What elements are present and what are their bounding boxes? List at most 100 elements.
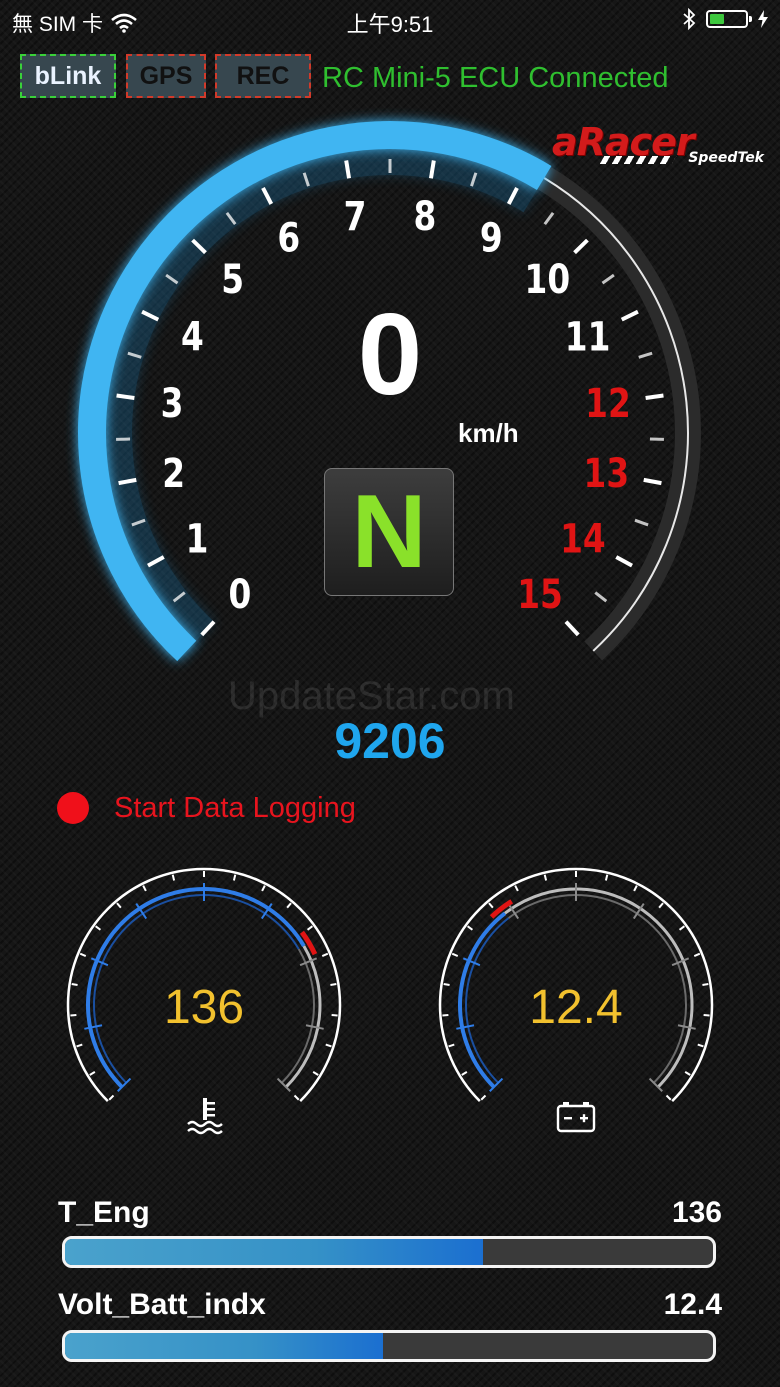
tach-tick-label: 6 (277, 214, 300, 261)
tach-tick-label: 11 (565, 313, 611, 360)
gauge-tick (697, 1043, 704, 1048)
tach-tick-label: 4 (181, 313, 204, 360)
tach-tick-label: 10 (525, 256, 571, 303)
t-eng-bar (62, 1236, 716, 1268)
gear-value: N (351, 474, 427, 590)
tach-tick-label: 9 (480, 214, 503, 261)
start-data-logging-button[interactable]: Start Data Logging (114, 792, 356, 825)
record-dot-icon[interactable] (57, 792, 89, 824)
tach-major-tick (564, 620, 580, 637)
gauge-tick (286, 902, 292, 909)
gauge-tick (633, 885, 638, 892)
gauge-inner-tick (671, 957, 690, 967)
gauge-tick (514, 885, 519, 892)
tach-major-tick (344, 160, 352, 179)
tach-minor-tick (638, 351, 653, 359)
gauge-tick (108, 1094, 115, 1101)
gauge-tick (488, 902, 494, 909)
gauge-tick (79, 952, 87, 957)
gauge-tick (678, 925, 685, 931)
gauge-tick (71, 983, 78, 986)
gauge-tick (89, 1071, 96, 1076)
tach-tick-label: 0 (229, 571, 252, 618)
gps-button[interactable]: GPS (126, 54, 206, 98)
gauge-inner-tick (456, 1024, 475, 1030)
gauge-tick (684, 1071, 691, 1076)
speed-unit: km/h (458, 418, 519, 448)
tach-tick-label: 14 (560, 516, 606, 563)
gauge-tick (293, 1094, 300, 1101)
gauge-tick (443, 983, 450, 986)
volt-batt-value: 12.4 (663, 1288, 722, 1321)
tach-major-tick (116, 393, 135, 400)
tach-major-tick (428, 160, 436, 179)
gauge-tick (95, 925, 102, 931)
gauge-tick (261, 885, 266, 892)
tach-major-tick (643, 477, 662, 486)
gauge-inner-tick (305, 1024, 324, 1030)
volt-batt-label: Volt_Batt_indx (58, 1288, 266, 1321)
watermark: UpdateStar.com (228, 674, 515, 718)
gauge-tick (142, 885, 147, 892)
tach-tick-label: 3 (161, 380, 184, 427)
gauge-tick (76, 1043, 83, 1048)
gauge-tick (693, 952, 701, 957)
tach-major-tick (645, 393, 664, 400)
tach-tick-label: 7 (344, 193, 367, 240)
tach-tick-label: 15 (517, 571, 563, 618)
blink-button[interactable]: bLink (20, 54, 116, 98)
tach-tick-label: 12 (585, 380, 631, 427)
t-eng-label: T_Eng (58, 1196, 150, 1229)
battery-voltage-value: 12.4 (529, 981, 623, 1034)
battery-icon (556, 1102, 596, 1133)
rpm-readout: 9206 (334, 713, 446, 769)
tach-tick-label: 1 (186, 516, 209, 563)
volt-batt-bar (62, 1330, 716, 1362)
gauge-tick (330, 983, 337, 986)
gauge-inner-tick (677, 1024, 696, 1030)
gauge-tick (232, 874, 237, 881)
gauge-tick (171, 874, 176, 881)
tach-major-tick (620, 309, 639, 322)
tach-tick-label: 8 (414, 193, 437, 240)
tach-minor-tick (634, 518, 649, 527)
t-eng-bar-fill (65, 1239, 483, 1265)
gauge-tick (451, 952, 459, 957)
gauge-tick (658, 902, 664, 909)
bluetooth-icon (683, 8, 696, 30)
gauge-tick (702, 983, 709, 986)
tach-major-tick (615, 555, 633, 568)
gauge-tick (321, 952, 329, 957)
tach-minor-tick (594, 591, 608, 603)
engine-temperature-value: 136 (163, 981, 245, 1034)
gauge-tick (480, 1094, 487, 1101)
gauge-tick (448, 1043, 455, 1048)
tach-tick-label: 2 (162, 450, 185, 497)
gauge-tick (116, 902, 122, 909)
battery-indicator-icon (706, 10, 752, 28)
status-bar: 無 SIM 卡 上午9:51 (0, 0, 780, 40)
t-eng-value: 136 (671, 1196, 722, 1229)
gauge-tick (665, 1094, 672, 1101)
coolant-temperature-icon (187, 1098, 223, 1135)
tach-minor-tick (543, 211, 555, 225)
tachometer: 0123456 7 8 9101112131415 (78, 121, 701, 662)
volt-batt-bar-fill (65, 1333, 383, 1359)
tach-tick-label: 13 (584, 450, 630, 497)
gauge-tick (325, 1043, 332, 1048)
tach-major-tick (573, 238, 589, 255)
gear-indicator: N (324, 468, 454, 596)
speed-readout: 0 (357, 289, 423, 419)
gauge-tick (467, 925, 474, 931)
gauge-tick (312, 1071, 319, 1076)
rec-button[interactable]: REC (215, 54, 311, 98)
charging-icon (758, 10, 768, 28)
gauge-tick (306, 925, 313, 931)
gauge-inner-tick (84, 1024, 103, 1030)
connection-status: RC Mini-5 ECU Connected (322, 62, 669, 94)
tach-tick-label: 5 (221, 256, 244, 303)
tach-minor-tick (601, 273, 615, 285)
gauge-tick (543, 874, 548, 881)
gauge-tick (604, 874, 609, 881)
clock: 上午9:51 (346, 12, 434, 37)
